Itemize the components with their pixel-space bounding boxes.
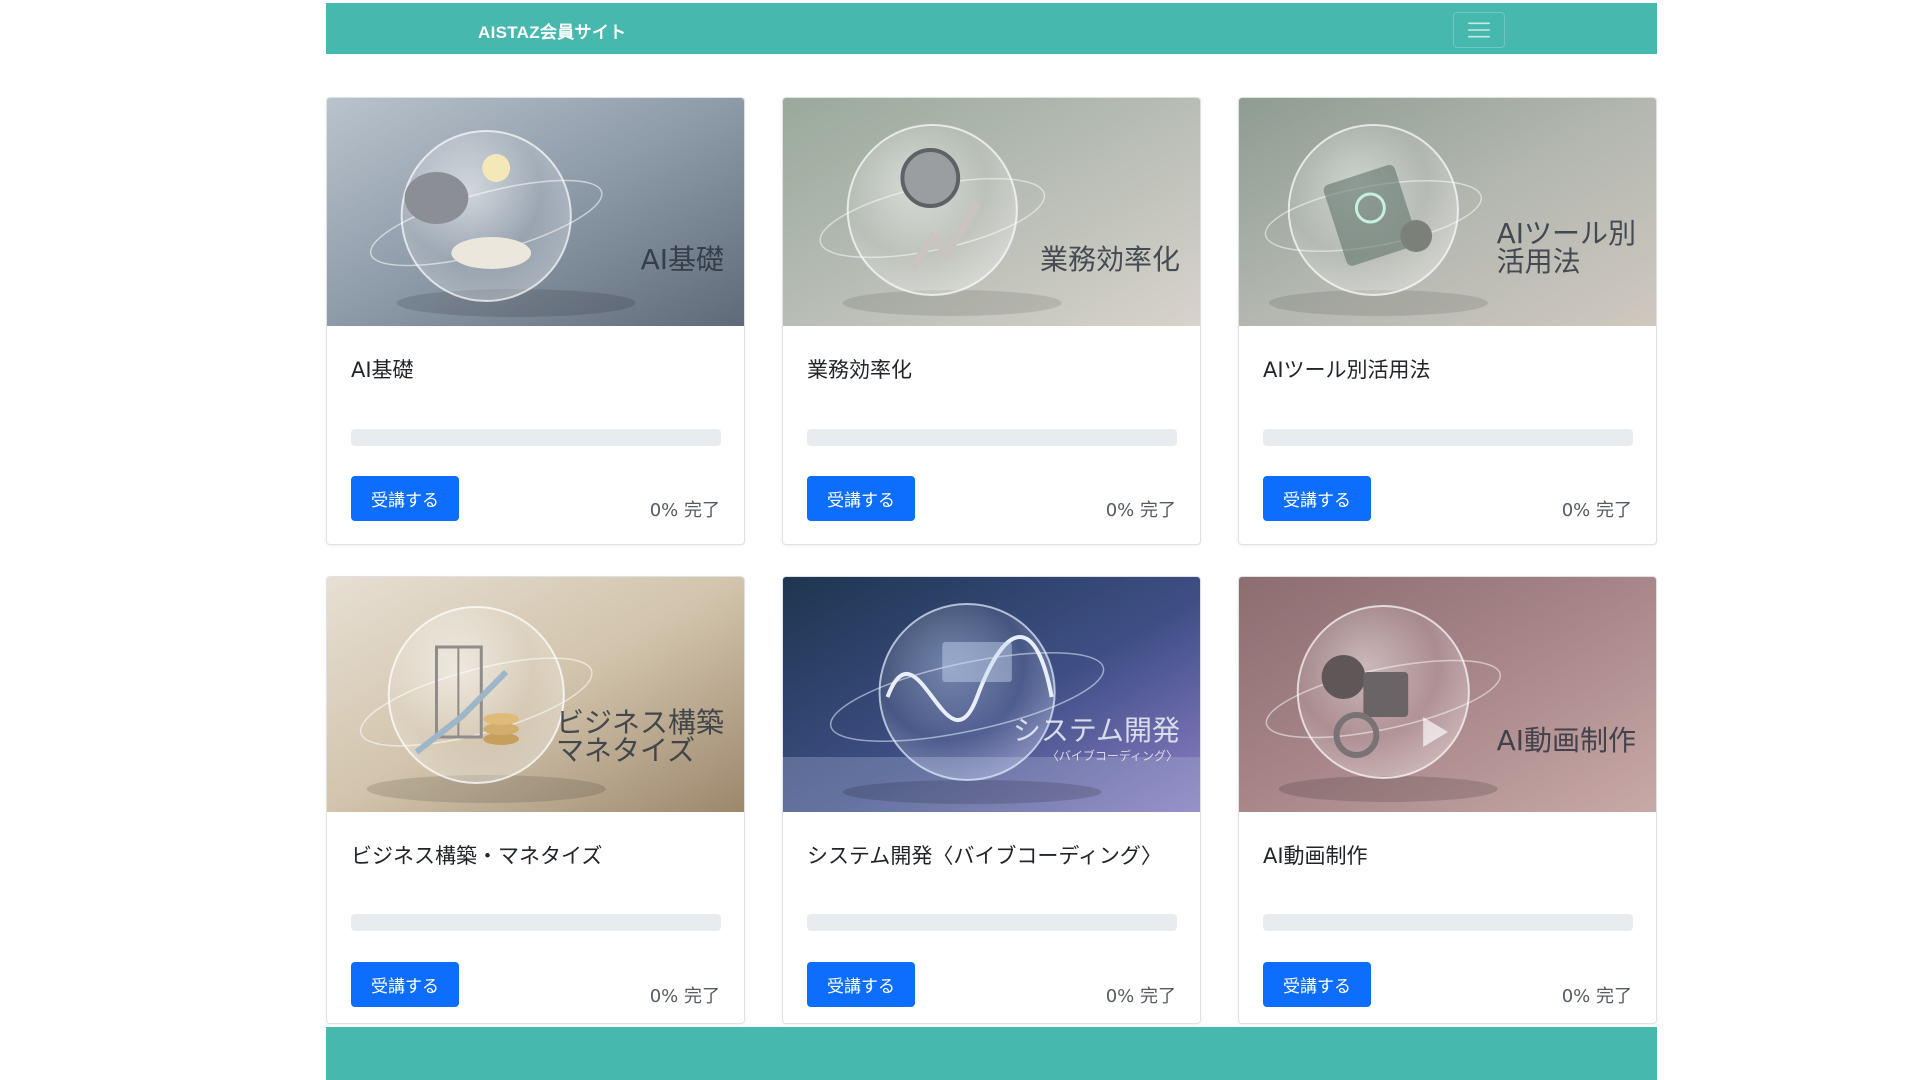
- course-thumbnail[interactable]: AI動画制作: [1239, 577, 1656, 812]
- completion-text: 0% 完了: [1561, 500, 1632, 521]
- course-thumbnail[interactable]: 業務効率化: [783, 98, 1200, 326]
- thumbnail-caption: ビジネス構築 マネタイズ: [555, 706, 724, 767]
- thumbnail-caption: AI動画制作: [1496, 724, 1636, 757]
- course-card: AI基礎 AI基礎 受講する 0% 完了: [326, 97, 745, 545]
- progress-bar: [351, 429, 721, 446]
- course-thumbnail[interactable]: システム開発 〈バイブコーディング〉: [783, 577, 1200, 812]
- thumbnail-caption: AI基礎: [640, 243, 724, 276]
- course-title: システム開発〈バイブコーディング〉: [807, 844, 1162, 868]
- course-card: AI動画制作 AI動画制作 受講する 0% 完了: [1238, 576, 1657, 1024]
- progress-bar: [1263, 914, 1633, 931]
- brain-lightbulb-book-sphere-icon: [327, 98, 744, 326]
- tablet-gear-sphere-icon: [1239, 98, 1656, 326]
- building-coins-sphere-icon: [327, 577, 744, 812]
- course-thumbnail[interactable]: AI基礎: [327, 98, 744, 326]
- thumbnail-caption: 業務効率化: [1039, 243, 1180, 276]
- course-thumbnail[interactable]: AIツール別 活用法: [1239, 98, 1656, 326]
- enroll-button[interactable]: 受講する: [807, 962, 915, 1007]
- completion-text: 0% 完了: [1105, 986, 1176, 1007]
- enroll-button[interactable]: 受講する: [351, 962, 459, 1007]
- footer-bar: [326, 1027, 1657, 1080]
- enroll-button[interactable]: 受講する: [351, 476, 459, 521]
- course-thumbnail[interactable]: ビジネス構築 マネタイズ: [327, 577, 744, 812]
- thumbnail-caption: システム開発: [1012, 714, 1180, 747]
- progress-bar: [807, 914, 1177, 931]
- course-title: AI動画制作: [1263, 844, 1368, 868]
- thumbnail-caption: AIツール別 活用法: [1496, 217, 1636, 278]
- course-title: AI基礎: [351, 358, 414, 382]
- progress-bar: [807, 429, 1177, 446]
- thumbnail-subcaption: 〈バイブコーディング〉: [1046, 749, 1178, 763]
- site-brand[interactable]: AISTAZ会員サイト: [478, 18, 626, 43]
- enroll-button[interactable]: 受講する: [807, 476, 915, 521]
- navbar: AISTAZ会員サイト: [326, 3, 1657, 54]
- enroll-button[interactable]: 受講する: [1263, 476, 1371, 521]
- course-title: AIツール別活用法: [1263, 358, 1431, 382]
- code-wave-sphere-icon: [783, 577, 1200, 812]
- completion-text: 0% 完了: [649, 986, 720, 1007]
- course-card: システム開発 〈バイブコーディング〉 システム開発〈バイブコーディング〉 受講す…: [782, 576, 1201, 1024]
- course-card: 業務効率化 業務効率化 受講する 0% 完了: [782, 97, 1201, 545]
- course-card: AIツール別 活用法 AIツール別活用法 受講する 0% 完了: [1238, 97, 1657, 545]
- progress-bar: [351, 914, 721, 931]
- completion-text: 0% 完了: [1105, 500, 1176, 521]
- film-reel-play-sphere-icon: [1239, 577, 1656, 812]
- page-frame: AISTAZ会員サイト AI基礎 AI基礎 受講する 0% 完了 業務効率化 業…: [326, 0, 1657, 1080]
- course-grid: AI基礎 AI基礎 受講する 0% 完了 業務効率化 業務効率化 受講する 0%…: [326, 97, 1657, 1024]
- course-title: ビジネス構築・マネタイズ: [351, 844, 603, 868]
- hamburger-menu-icon[interactable]: [1453, 12, 1505, 48]
- completion-text: 0% 完了: [649, 500, 720, 521]
- clock-chart-sphere-icon: [783, 98, 1200, 326]
- progress-bar: [1263, 429, 1633, 446]
- enroll-button[interactable]: 受講する: [1263, 962, 1371, 1007]
- completion-text: 0% 完了: [1561, 986, 1632, 1007]
- course-card: ビジネス構築 マネタイズ ビジネス構築・マネタイズ 受講する 0% 完了: [326, 576, 745, 1024]
- course-title: 業務効率化: [807, 358, 912, 382]
